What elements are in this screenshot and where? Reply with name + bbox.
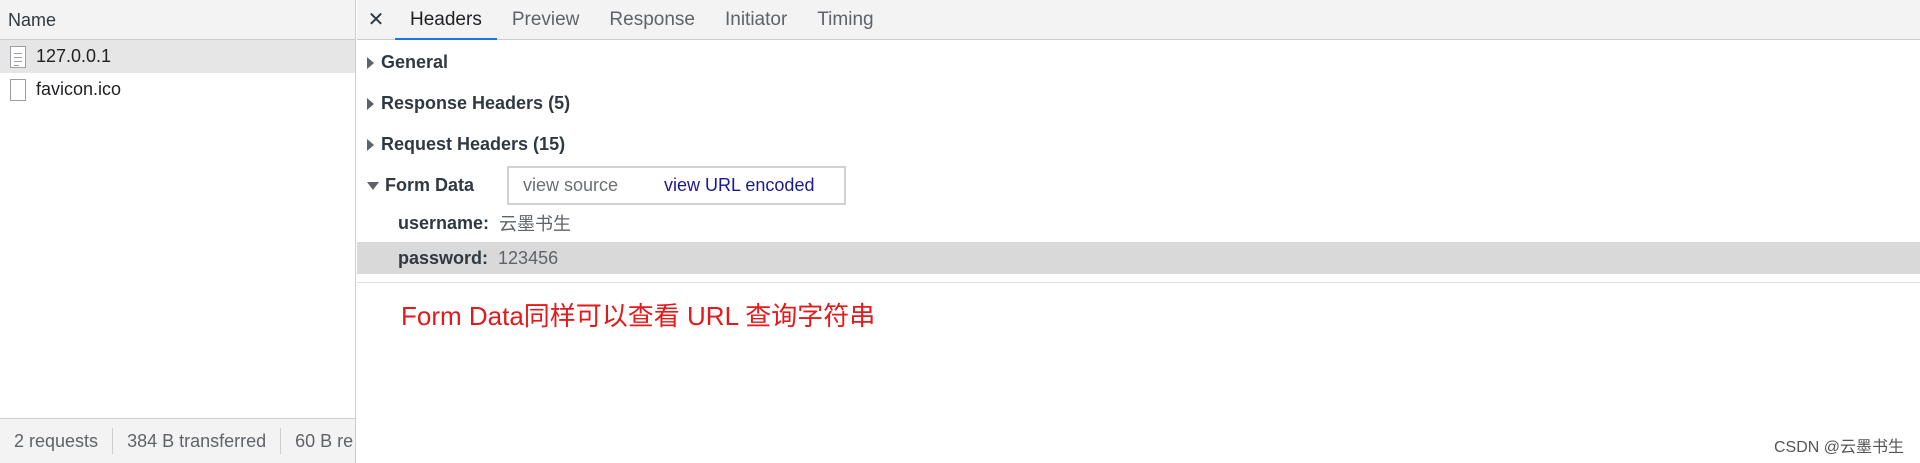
resources-size: 60 B re [295,430,354,451]
form-field-value: 云墨书生 [499,214,572,235]
request-name: favicon.ico [36,79,122,99]
section-form-data[interactable]: Form Data [367,175,474,196]
view-source-link[interactable]: view source [523,175,618,196]
request-details-panel: ✕ Headers Preview Response Initiator Tim… [357,0,1920,463]
form-field-value: 123456 [498,247,559,268]
document-icon [10,45,26,68]
section-title: Request Headers (15) [381,134,566,154]
form-field-key: username: [398,212,490,233]
section-title: Response Headers (5) [381,93,571,113]
request-list-panel: Name 127.0.0.1 favicon.ico 2 requests 38… [0,0,356,463]
section-response-headers[interactable]: Response Headers (5) [367,93,570,114]
close-icon[interactable]: ✕ [357,0,395,39]
collapse-arrow-icon [367,181,379,190]
request-row-127-0-0-1[interactable]: 127.0.0.1 [0,40,355,73]
section-general[interactable]: General [367,52,448,73]
status-bar: 2 requests 384 B transferred 60 B re [0,418,355,463]
details-tab-bar: ✕ Headers Preview Response Initiator Tim… [357,0,1920,40]
expand-arrow-icon [367,138,374,151]
tab-response[interactable]: Response [594,0,710,39]
file-icon [10,78,26,101]
name-column-header[interactable]: Name [0,0,355,40]
annotation-text: Form Data同样可以查看 URL 查询字符串 [401,301,876,331]
tab-preview[interactable]: Preview [497,0,595,39]
request-name: 127.0.0.1 [36,46,112,66]
form-field-row[interactable]: username: 云墨书生 [357,207,1920,239]
tab-initiator[interactable]: Initiator [710,0,802,39]
request-count: 2 requests [14,430,99,451]
section-title: Form Data [385,175,475,195]
expand-arrow-icon [367,56,374,69]
form-field-key: password: [398,247,489,268]
tab-headers[interactable]: Headers [395,0,497,40]
tab-timing[interactable]: Timing [802,0,888,39]
section-title: General [381,52,449,72]
watermark: CSDN @云墨书生 [1773,439,1904,456]
form-data-view-toggle: view source view URL encoded [507,166,846,205]
form-field-row[interactable]: password: 123456 [357,242,1920,274]
divider [357,282,1920,283]
transferred-size: 384 B transferred [127,430,267,451]
request-row-favicon[interactable]: favicon.ico [0,73,355,106]
expand-arrow-icon [367,97,374,110]
section-request-headers[interactable]: Request Headers (15) [367,134,565,155]
view-url-encoded-link[interactable]: view URL encoded [664,175,814,196]
